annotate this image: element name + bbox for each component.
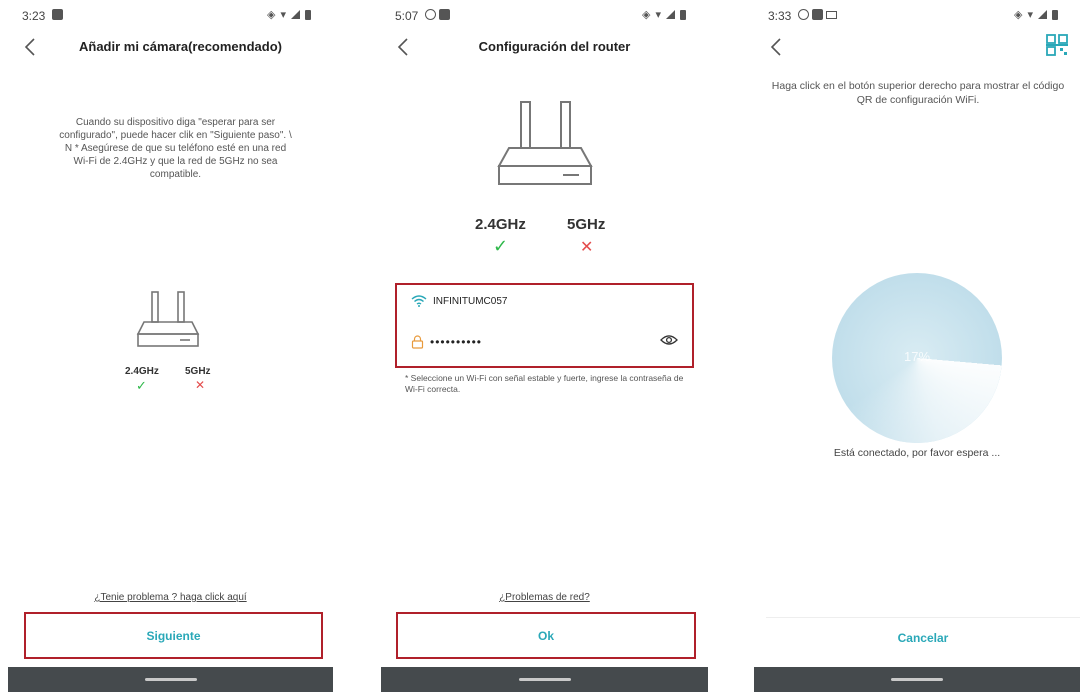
status-bar: 3:23 ◈ ▾ xyxy=(8,0,333,30)
status-bar: 3:33 ◈ ▾ xyxy=(754,0,1080,30)
notification-icons xyxy=(798,9,837,20)
status-bar: 5:07 ◈ ▾ xyxy=(381,0,708,30)
battery-icon xyxy=(305,9,311,20)
whatsapp-icon xyxy=(798,9,809,20)
wifi-hint-text: * Seleccione un Wi-Fi con señal estable … xyxy=(405,373,684,394)
whatsapp-icon xyxy=(425,9,436,20)
wifi-status-icon: ▾ xyxy=(1027,9,1033,21)
cross-icon: ✕ xyxy=(580,239,594,256)
wifi-icon xyxy=(411,295,427,307)
page-title: Añadir mi cámara(recomendado) xyxy=(78,39,282,54)
nav-bar xyxy=(754,667,1080,692)
status-time: 5:07 xyxy=(395,9,419,23)
lock-icon xyxy=(411,335,424,349)
router-icon xyxy=(136,291,200,347)
back-arrow-icon[interactable] xyxy=(766,36,788,58)
nav-bar xyxy=(8,667,333,692)
screen-add-camera: 3:23 ◈ ▾ Añadir mi cámara(recomendado) C… xyxy=(8,0,333,692)
ok-button[interactable]: Ok xyxy=(396,612,696,659)
wifi-status-icon: ▾ xyxy=(280,9,286,21)
vibrate-icon: ◈ xyxy=(642,9,651,21)
eye-icon[interactable] xyxy=(660,334,678,346)
notification-icon xyxy=(439,9,450,20)
qr-code-icon[interactable] xyxy=(1046,34,1068,56)
cross-icon: ✕ xyxy=(195,378,206,392)
system-icons: ◈ ▾ xyxy=(642,8,686,21)
signal-icon xyxy=(666,10,675,19)
wifi-select-row[interactable]: INFINITUMC057 xyxy=(411,295,507,307)
battery-icon xyxy=(680,9,686,20)
connection-progress-radar: 17% xyxy=(832,273,1002,443)
qr-instructions-text: Haga click en el botón superior derecho … xyxy=(771,80,1065,106)
progress-percent: 17% xyxy=(903,349,931,364)
connection-status-text: Está conectado, por favor espera ... xyxy=(833,447,1001,459)
password-value: •••••••••• xyxy=(430,335,483,349)
back-arrow-icon[interactable] xyxy=(20,36,42,58)
check-icon: ✓ xyxy=(136,378,147,393)
status-time: 3:23 xyxy=(22,9,46,23)
signal-icon xyxy=(291,10,300,19)
freq-2-4ghz-label: 2.4GHz xyxy=(125,366,159,377)
laptop-icon xyxy=(826,10,837,19)
freq-5ghz-label: 5GHz xyxy=(567,216,606,233)
home-gesture-handle[interactable] xyxy=(518,678,571,681)
vibrate-icon: ◈ xyxy=(267,9,276,21)
vibrate-icon: ◈ xyxy=(1014,9,1023,21)
cancel-button[interactable]: Cancelar xyxy=(766,617,1080,657)
check-icon: ✓ xyxy=(493,236,509,256)
help-link[interactable]: ¿Tenie problema ? haga click aquí xyxy=(8,592,333,603)
notification-icons xyxy=(425,9,450,20)
home-gesture-handle[interactable] xyxy=(144,678,197,681)
home-gesture-handle[interactable] xyxy=(891,678,943,681)
nav-bar xyxy=(381,667,708,692)
wifi-name: INFINITUMC057 xyxy=(433,295,508,307)
network-problem-link[interactable]: ¿Problemas de red? xyxy=(381,592,708,603)
signal-icon xyxy=(1038,10,1047,19)
notification-icon xyxy=(812,9,823,20)
instructions-text: Cuando su dispositivo diga "esperar para… xyxy=(59,117,292,180)
router-icon xyxy=(497,101,593,185)
next-button[interactable]: Siguiente xyxy=(24,612,323,659)
screen-router-config: 5:07 ◈ ▾ Configuración del router 2.4GHz… xyxy=(381,0,708,692)
system-icons: ◈ ▾ xyxy=(1014,8,1058,21)
battery-icon xyxy=(1052,9,1058,20)
wifi-status-icon: ▾ xyxy=(655,9,661,21)
password-field[interactable]: •••••••••• xyxy=(411,335,482,349)
freq-2-4ghz-label: 2.4GHz xyxy=(475,216,526,233)
notification-icons xyxy=(52,9,63,20)
freq-5ghz-label: 5GHz xyxy=(185,366,211,377)
screen-connecting: 3:33 ◈ ▾ Haga click en el botón superior… xyxy=(754,0,1080,692)
wifi-credentials-box: INFINITUMC057 •••••••••• xyxy=(395,283,694,368)
status-time: 3:33 xyxy=(768,9,792,23)
notification-icon xyxy=(52,9,63,20)
page-title: Configuración del router xyxy=(478,39,631,54)
back-arrow-icon[interactable] xyxy=(393,36,415,58)
system-icons: ◈ ▾ xyxy=(267,8,311,21)
